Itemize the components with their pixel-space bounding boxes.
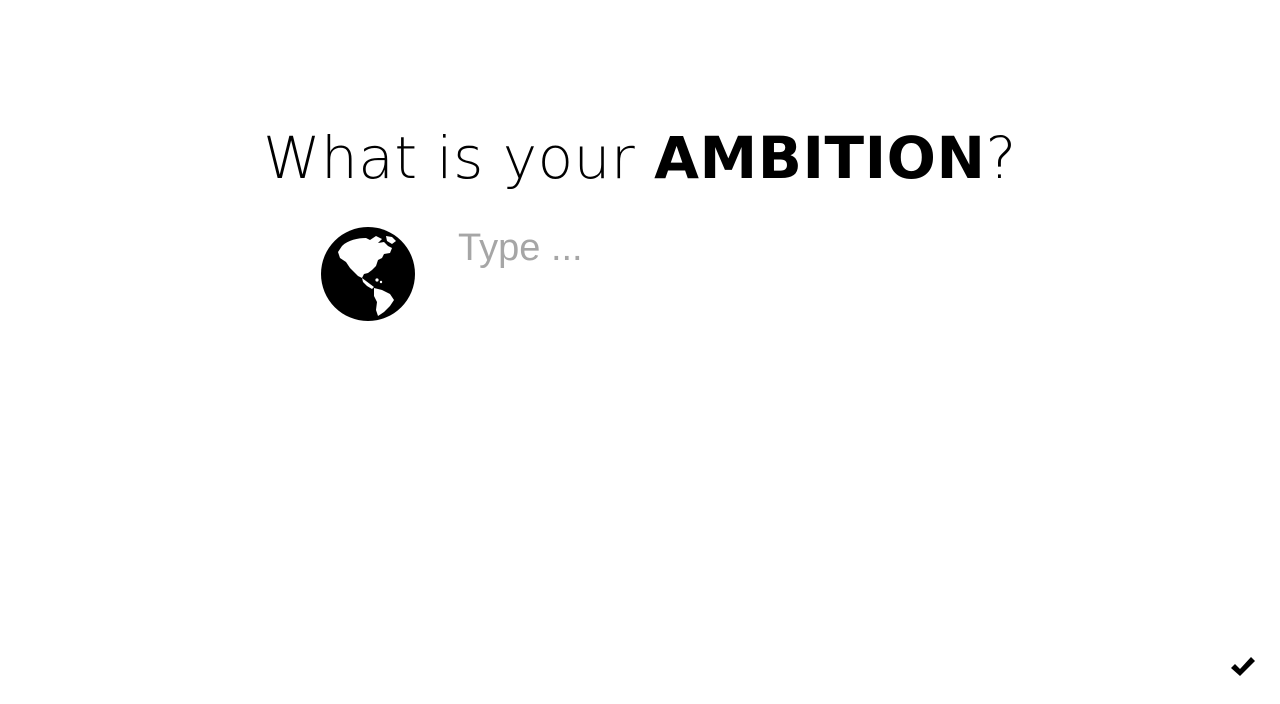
question-prefix: What is your bbox=[263, 124, 655, 192]
ambition-question-screen: What is your AMBITION? bbox=[0, 0, 1280, 704]
checkmark-icon bbox=[1231, 657, 1255, 676]
question-emphasis: AMBITION bbox=[654, 124, 986, 192]
question-suffix: ? bbox=[985, 124, 1017, 192]
globe-icon bbox=[320, 226, 416, 322]
answer-row bbox=[320, 226, 1000, 322]
ambition-input[interactable] bbox=[458, 226, 978, 270]
submit-button[interactable] bbox=[1228, 652, 1258, 682]
question-heading: What is your AMBITION? bbox=[0, 122, 1280, 194]
